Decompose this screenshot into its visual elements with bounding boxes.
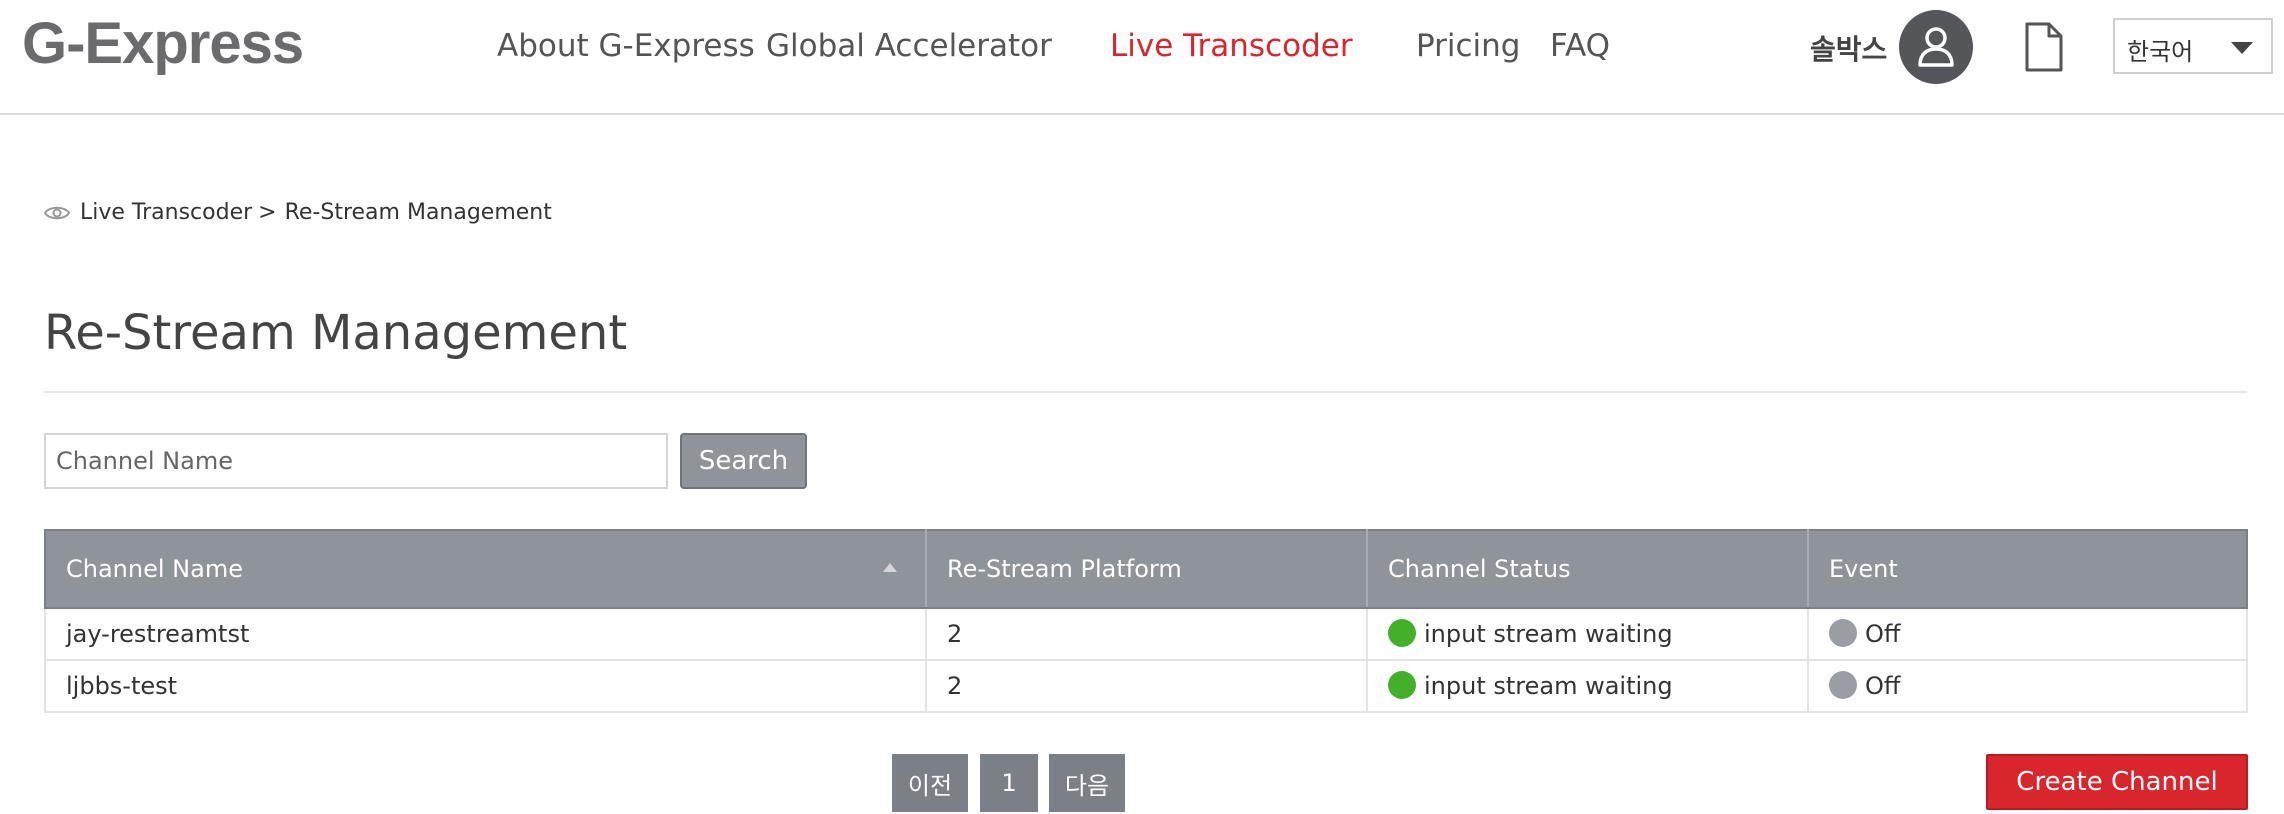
cell-channel-name[interactable]: jay-restreamtst: [44, 608, 927, 661]
top-header: G-Express About G-Express Global Acceler…: [0, 0, 2284, 115]
sort-asc-icon[interactable]: [883, 563, 897, 572]
search-button[interactable]: Search: [680, 433, 807, 489]
breadcrumb-parent[interactable]: Live Transcoder: [80, 200, 252, 225]
table-row[interactable]: ljbbs-test 2 input stream waiting Off: [44, 660, 2248, 713]
column-header-status: Channel Status: [1367, 529, 1809, 609]
nav-global-accelerator[interactable]: Global Accelerator: [766, 28, 1052, 64]
language-value: 한국어: [2127, 38, 2194, 66]
status-text: input stream waiting: [1424, 671, 1673, 700]
nav-pricing[interactable]: Pricing: [1416, 28, 1521, 64]
cell-status: input stream waiting: [1367, 608, 1809, 661]
breadcrumb: Live Transcoder > Re-Stream Management: [44, 200, 552, 225]
event-off-icon: [1829, 618, 1857, 647]
cell-platform: 2: [926, 660, 1368, 713]
user-name[interactable]: 솔박스: [1810, 28, 1887, 68]
title-divider: [44, 391, 2247, 393]
user-icon: [1918, 27, 1954, 67]
channel-table: Channel Name Re-Stream Platform Channel …: [44, 529, 2248, 713]
column-header-platform: Re-Stream Platform: [926, 529, 1368, 609]
event-text: Off: [1865, 671, 1901, 700]
create-channel-button[interactable]: Create Channel: [1986, 754, 2248, 810]
pagination-prev-button[interactable]: 이전: [892, 754, 968, 812]
pagination-page-1[interactable]: 1: [980, 754, 1038, 812]
cell-event: Off: [1808, 608, 2248, 661]
page-title: Re-Stream Management: [44, 305, 628, 361]
language-select[interactable]: 한국어: [2113, 18, 2273, 74]
column-header-channel-name[interactable]: Channel Name: [44, 529, 927, 609]
status-text: input stream waiting: [1424, 619, 1673, 648]
nav-faq[interactable]: FAQ: [1550, 28, 1610, 64]
nav-about[interactable]: About G-Express: [497, 28, 755, 64]
avatar[interactable]: [1899, 10, 1973, 84]
logo[interactable]: G-Express: [22, 10, 304, 77]
column-header-event: Event: [1808, 529, 2248, 609]
cell-channel-name[interactable]: ljbbs-test: [44, 660, 927, 713]
nav-live-transcoder[interactable]: Live Transcoder: [1110, 28, 1353, 64]
cell-status: input stream waiting: [1367, 660, 1809, 713]
chevron-down-icon: [2231, 42, 2253, 54]
table-row[interactable]: jay-restreamtst 2 input stream waiting O…: [44, 608, 2248, 661]
cell-platform: 2: [926, 608, 1368, 661]
pagination-next-button[interactable]: 다음: [1049, 754, 1125, 812]
breadcrumb-separator: >: [258, 200, 277, 225]
event-off-icon: [1829, 670, 1857, 699]
table-header-row: Channel Name Re-Stream Platform Channel …: [44, 529, 2248, 609]
cell-event: Off: [1808, 660, 2248, 713]
event-text: Off: [1865, 619, 1901, 648]
status-green-icon: [1388, 670, 1416, 699]
status-green-icon: [1388, 618, 1416, 647]
search-input[interactable]: [44, 433, 668, 489]
document-icon[interactable]: [2024, 22, 2064, 72]
breadcrumb-current: Re-Stream Management: [284, 200, 552, 225]
eye-icon: [44, 206, 70, 219]
